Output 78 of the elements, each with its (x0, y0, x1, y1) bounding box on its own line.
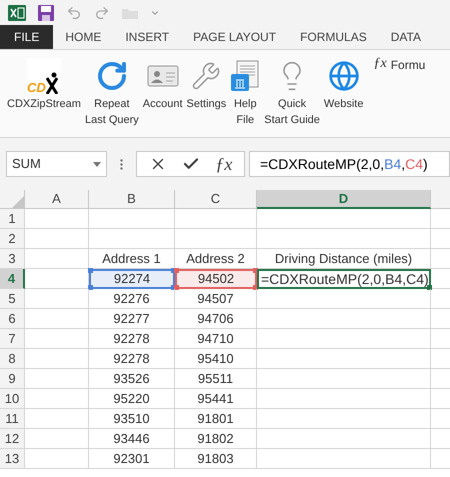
ribbon-button[interactable]: Help File (228, 56, 262, 128)
table-cell: 92278 (89, 329, 175, 349)
globe-icon (328, 60, 360, 92)
table-cell (25, 329, 89, 349)
document-icon (230, 60, 260, 92)
ribbon-tab[interactable]: FORMULAS (288, 25, 379, 49)
table-cell: 94502 (175, 269, 257, 289)
table-cell (25, 209, 89, 229)
logo-icon: CD (26, 58, 61, 94)
ribbon-button[interactable]: Settings (184, 56, 228, 112)
table-cell: 92277 (89, 309, 175, 329)
table-cell (25, 429, 89, 449)
wrench-icon (191, 61, 222, 91)
grip-icon (120, 158, 123, 170)
row-header[interactable]: 12 (0, 429, 25, 449)
table-cell: 95220 (89, 389, 175, 409)
table-cell (25, 449, 89, 469)
row-header[interactable]: 8 (0, 349, 25, 369)
row-header[interactable]: 7 (0, 329, 25, 349)
table-cell: 95441 (175, 389, 257, 409)
column-header[interactable]: A (25, 190, 89, 209)
refresh-icon (96, 60, 128, 92)
table-cell (25, 289, 89, 309)
table-cell (25, 389, 89, 409)
table-cell: 94706 (175, 309, 257, 329)
table-cell (25, 369, 89, 389)
row-header[interactable]: 9 (0, 369, 25, 389)
row-header[interactable]: 11 (0, 409, 25, 429)
id-card-icon (146, 64, 179, 88)
ribbon-tab[interactable]: FILE (0, 25, 54, 49)
row-header[interactable]: 5 (0, 289, 25, 309)
row-header[interactable]: 10 (0, 389, 25, 409)
ribbon-button[interactable]: Website (322, 56, 366, 112)
formula-group-label: Formu (390, 57, 426, 74)
table-cell: 95410 (175, 349, 257, 369)
table-cell: 91802 (175, 429, 257, 449)
save-icon[interactable] (38, 4, 54, 20)
table-cell: 92301 (89, 449, 175, 469)
name-box[interactable]: SUM (6, 151, 107, 177)
spreadsheet-icon[interactable] (8, 4, 26, 20)
table-cell (25, 309, 89, 329)
row-header[interactable]: 4 (0, 269, 25, 289)
table-cell (25, 229, 89, 249)
row-header[interactable]: 6 (0, 309, 25, 329)
row-header[interactable]: 13 (0, 449, 25, 469)
table-cell (25, 409, 89, 429)
table-cell: 94507 (175, 289, 257, 309)
table-cell: 91803 (175, 449, 257, 469)
ribbon-tab[interactable]: INSERT (113, 25, 182, 49)
formula-field[interactable]: =CDXRouteMP(2,0,B4,C4) (249, 151, 450, 177)
table-cell: 93510 (89, 409, 175, 429)
ribbon-button[interactable]: Repeat Last Query (82, 56, 141, 128)
row-header[interactable]: 1 (0, 209, 25, 229)
table-cell: 92276 (89, 289, 175, 309)
cell-editor[interactable]: =CDXRouteMP(2,0,B4,C4) (257, 269, 431, 289)
function-icon: ƒx (373, 56, 387, 72)
table-cell: 93526 (89, 369, 175, 389)
row-header[interactable]: 2 (0, 229, 25, 249)
ribbon-button[interactable]: Account (140, 56, 185, 112)
table-cell: 92274 (89, 269, 175, 289)
table-cell (25, 249, 89, 269)
table-cell (25, 349, 89, 369)
insert-function-icon[interactable]: ƒx (215, 154, 232, 174)
ribbon-button[interactable]: Quick Start Guide (262, 56, 322, 128)
redo-icon[interactable] (94, 4, 110, 20)
ribbon-button[interactable]: CD CDXZipStream (5, 56, 83, 112)
table-cell: 94710 (175, 329, 257, 349)
column-header[interactable]: B (89, 190, 175, 209)
ribbon-tab[interactable]: DATA (378, 25, 433, 49)
undo-icon[interactable] (66, 4, 82, 20)
column-header[interactable]: D (257, 190, 431, 209)
ribbon-tab[interactable]: HOME (53, 25, 114, 49)
table-cell: 95511 (175, 369, 257, 389)
table-cell: 91801 (175, 409, 257, 429)
ribbon-tab[interactable]: PAGE LAYOUT (181, 25, 288, 49)
table-cell: 93446 (89, 429, 175, 449)
row-header[interactable]: 3 (0, 249, 25, 269)
table-cell: 92278 (89, 349, 175, 369)
